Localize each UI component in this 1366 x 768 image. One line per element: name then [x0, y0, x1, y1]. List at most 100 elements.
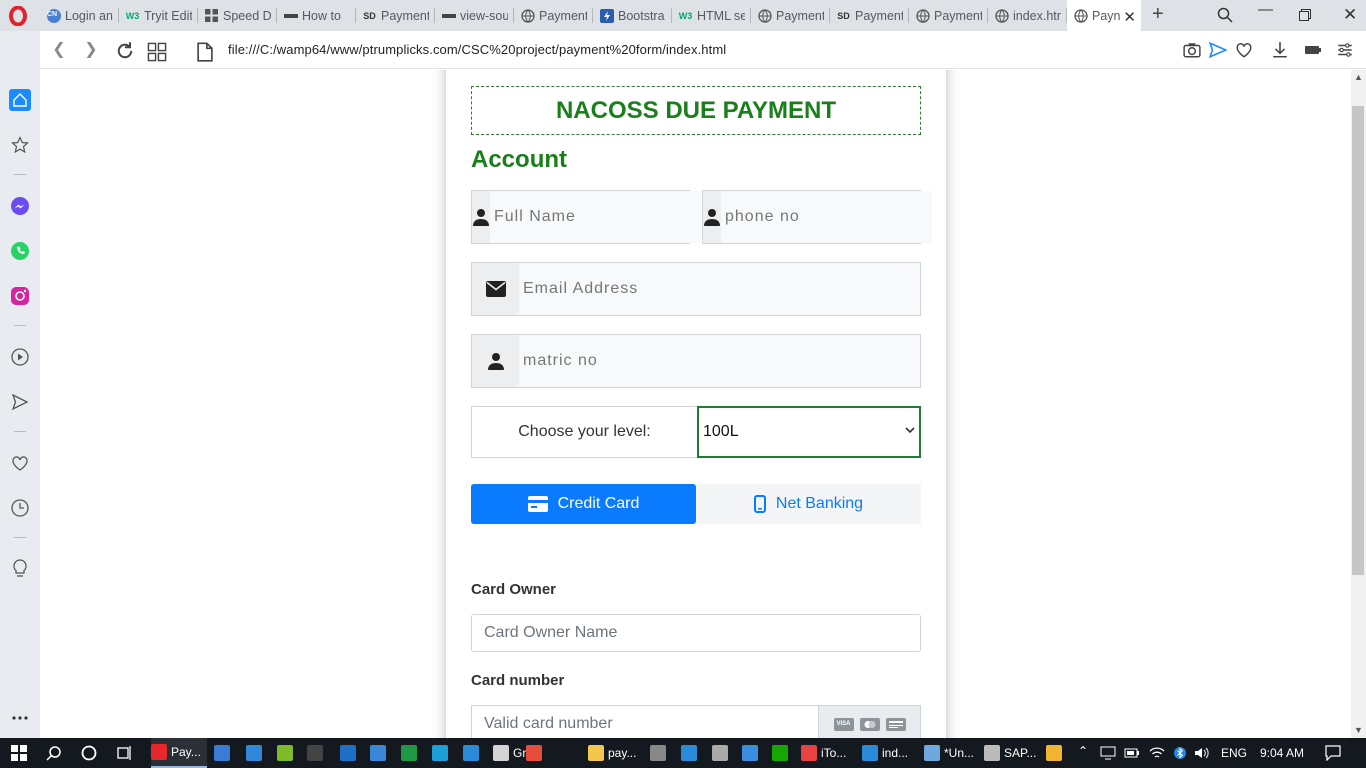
home-icon[interactable] — [9, 89, 31, 111]
browser-tab[interactable]: SD Payment — [830, 0, 909, 31]
browser-tab[interactable]: Payn ✕ — [1067, 0, 1141, 31]
taskbar-app[interactable]: Pay... — [151, 738, 207, 768]
browser-tab[interactable]: Payment — [909, 0, 988, 31]
tab-grid-icon[interactable] — [147, 42, 167, 62]
search-tabs-icon[interactable] — [1217, 7, 1233, 23]
favorites-heart-icon[interactable] — [9, 452, 31, 474]
easy-setup-icon[interactable] — [1336, 41, 1354, 59]
files-icon — [246, 745, 262, 761]
browser-tab[interactable]: Bootstra — [593, 0, 672, 31]
taskbar-app[interactable] — [526, 738, 546, 768]
download-icon[interactable] — [1271, 41, 1289, 59]
tab-strip: CN Login an W3 Tryit Edit Speed D How to SD Pay… — [0, 0, 1366, 31]
browser-tab[interactable]: Speed D — [198, 0, 277, 31]
scroll-down-icon[interactable]: ▼ — [1354, 725, 1363, 735]
more-icon[interactable] — [9, 707, 31, 729]
tab-credit-card[interactable]: Credit Card — [471, 484, 696, 524]
scroll-up-icon[interactable]: ▲ — [1354, 72, 1363, 82]
scroll-thumb[interactable] — [1352, 106, 1364, 575]
card-owner-input[interactable] — [471, 614, 921, 652]
tab-label: HTML se — [697, 8, 745, 23]
taskbar-app[interactable]: ind... — [862, 738, 914, 768]
taskbar-app[interactable] — [246, 738, 266, 768]
browser-tab[interactable]: W3 HTML se — [672, 0, 751, 31]
opera-logo-icon[interactable] — [8, 6, 28, 26]
taskbar-app[interactable] — [277, 738, 297, 768]
show-hidden-icons[interactable]: ⌃ — [1078, 744, 1088, 758]
flow-send-icon[interactable] — [9, 391, 31, 413]
browser-tab[interactable]: CN Login an — [40, 0, 119, 31]
tab-label: index.htm — [1013, 8, 1061, 23]
browser-tab[interactable]: W3 Tryit Edit — [119, 0, 198, 31]
heart-icon[interactable] — [1235, 41, 1253, 59]
camera-icon[interactable] — [1183, 41, 1201, 59]
taskbar-app[interactable] — [650, 738, 670, 768]
reload-icon[interactable] — [115, 41, 135, 61]
taskbar-app[interactable]: *Un... — [924, 738, 980, 768]
taskbar-app[interactable] — [1046, 738, 1066, 768]
store-icon — [214, 745, 230, 761]
language-indicator[interactable]: ENG — [1221, 746, 1247, 760]
volume-icon[interactable] — [1194, 746, 1210, 760]
notifications-icon[interactable] — [1325, 745, 1341, 761]
taskbar-app[interactable] — [742, 738, 762, 768]
bookmarks-icon[interactable] — [9, 134, 31, 156]
email-input[interactable] — [519, 263, 920, 315]
bluetooth-icon[interactable] — [1174, 745, 1186, 761]
taskbar-app[interactable] — [370, 738, 390, 768]
windows-start-icon[interactable] — [11, 745, 27, 761]
search-icon[interactable] — [46, 745, 62, 761]
send-icon[interactable] — [1209, 41, 1227, 59]
history-clock-icon[interactable] — [9, 497, 31, 519]
card-number-input[interactable] — [471, 705, 818, 738]
taskbar-app-label: iTo... — [821, 746, 847, 760]
taskbar-app[interactable]: pay... — [588, 738, 642, 768]
forward-icon[interactable]: ❯ — [81, 40, 101, 60]
new-tab-button[interactable]: + — [1152, 3, 1164, 26]
taskbar-app[interactable] — [463, 738, 483, 768]
clock[interactable]: 9:04 AM — [1260, 746, 1304, 760]
taskbar-app[interactable] — [401, 738, 421, 768]
r-icon — [401, 745, 417, 761]
minimize-button[interactable]: — — [1258, 1, 1273, 18]
taskbar-app[interactable]: SAP... — [984, 738, 1042, 768]
taskbar-app[interactable] — [772, 738, 792, 768]
close-window-button[interactable]: ✕ — [1343, 5, 1357, 25]
instagram-icon[interactable] — [9, 285, 31, 307]
matric-input[interactable] — [519, 335, 920, 387]
lightbulb-icon[interactable] — [9, 558, 31, 580]
back-icon[interactable]: ❮ — [49, 40, 69, 60]
messenger-icon[interactable] — [9, 195, 31, 217]
battery-saver-icon[interactable] — [1304, 41, 1322, 59]
tab-label: Payment — [934, 8, 982, 23]
taskbar-app[interactable] — [681, 738, 701, 768]
amex-icon — [885, 717, 906, 731]
taskbar-app[interactable] — [214, 738, 234, 768]
battery-icon[interactable] — [1124, 747, 1140, 759]
taskbar-app[interactable] — [712, 738, 732, 768]
whatsapp-icon[interactable] — [9, 240, 31, 262]
browser-tab[interactable]: Payment — [751, 0, 830, 31]
browser-tab[interactable]: How to — [277, 0, 356, 31]
taskbar-app[interactable] — [307, 738, 327, 768]
display-icon[interactable] — [1100, 746, 1116, 760]
cortana-icon[interactable] — [81, 745, 97, 761]
tab-net-banking[interactable]: Net Banking — [696, 484, 921, 524]
browser-tab[interactable]: index.htm — [988, 0, 1067, 31]
wifi-icon[interactable] — [1149, 746, 1165, 760]
task-view-icon[interactable] — [117, 745, 133, 761]
page-scrollbar[interactable]: ▲ ▼ — [1351, 70, 1366, 738]
phone-input[interactable] — [721, 191, 932, 243]
taskbar-app[interactable] — [432, 738, 452, 768]
restore-button[interactable] — [1299, 9, 1311, 21]
full-name-input[interactable] — [490, 191, 701, 243]
player-icon[interactable] — [9, 346, 31, 368]
browser-tab[interactable]: Payment — [514, 0, 593, 31]
level-select[interactable]: 100L — [697, 406, 921, 458]
url-text[interactable]: file:///C:/wamp64/www/ptrumplicks.com/CS… — [228, 42, 726, 57]
browser-tab[interactable]: view-sou — [435, 0, 514, 31]
taskbar-app[interactable]: iTo... — [801, 738, 852, 768]
taskbar-app[interactable] — [340, 738, 360, 768]
browser-tab[interactable]: SD Payment — [356, 0, 435, 31]
close-tab-icon[interactable]: ✕ — [1123, 8, 1136, 26]
